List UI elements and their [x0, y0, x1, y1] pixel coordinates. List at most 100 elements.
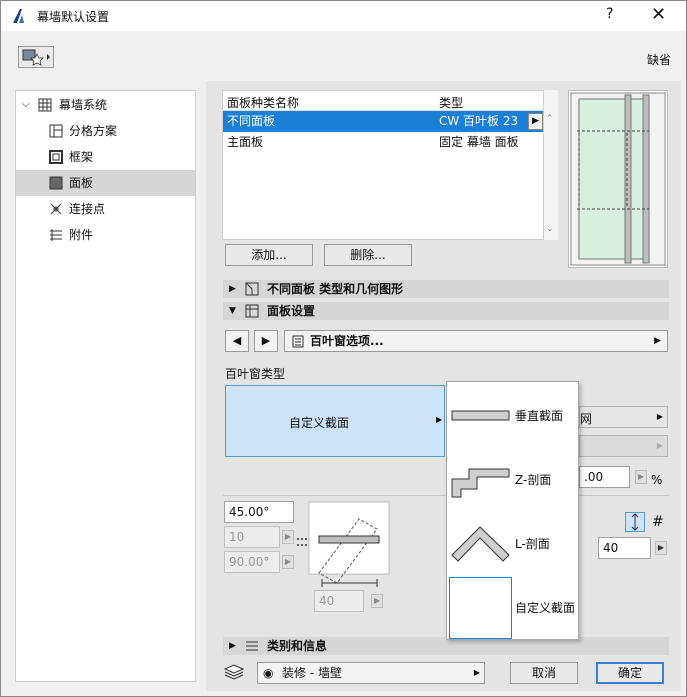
- option-label: Z-剖面: [515, 473, 552, 487]
- ok-button[interactable]: 确定: [596, 662, 664, 684]
- percent-field[interactable]: .00: [579, 466, 630, 488]
- column-header-name: 面板种类名称: [227, 96, 300, 110]
- dropdown-arrow-icon: ▶: [656, 441, 663, 450]
- row-name: 主面板: [227, 135, 264, 149]
- popup-option-custom[interactable]: 自定义截面: [447, 576, 578, 640]
- layer-stack-icon: [223, 664, 245, 680]
- popup-option-z[interactable]: Z-剖面: [447, 448, 578, 512]
- close-button[interactable]: ✕: [651, 4, 666, 25]
- category-icon: [246, 641, 258, 651]
- list-row[interactable]: 不同面板 CW 百叶板 23 ▶: [223, 111, 543, 132]
- layer-dropdown[interactable]: ◉ 装修 - 墙壁 ▶: [257, 662, 485, 684]
- settings-tree: ⌵ 幕墙系统 分格方案 框架 面板 连接点 附件: [15, 90, 196, 682]
- right-dropdown-disabled: ▶: [579, 435, 668, 457]
- expand-triangle-icon[interactable]: ▶: [229, 637, 236, 655]
- percent-spin-icon[interactable]: ▶: [635, 470, 647, 484]
- window-title: 幕墙默认设置: [37, 10, 110, 24]
- louvre-type-selector[interactable]: 自定义截面 ▶: [225, 385, 445, 457]
- tree-item-junction[interactable]: 连接点: [16, 196, 195, 222]
- panel-class-list: 面板种类名称 类型 不同面板 CW 百叶板 23 ▶ 主面板 固定 幕墙 面板: [222, 90, 544, 240]
- percent-unit: %: [651, 473, 663, 487]
- default-label: 缺省: [647, 53, 672, 67]
- selector-arrow-icon: ▶: [436, 415, 443, 424]
- row-name: 不同面板: [227, 114, 276, 128]
- accessory-icon: [50, 229, 62, 241]
- scroll-down-icon[interactable]: ⌄: [546, 224, 554, 234]
- tree-item-scheme[interactable]: 分格方案: [16, 118, 195, 144]
- angle2-spin-icon: ▶: [282, 555, 294, 569]
- panel-preview: [568, 90, 668, 268]
- dropdown-arrow-icon: ▶: [473, 668, 480, 677]
- right-value-spin-icon[interactable]: ▶: [655, 541, 667, 555]
- expand-triangle-icon[interactable]: ▶: [229, 280, 236, 298]
- dropdown-arrow-icon: ▶: [654, 336, 661, 346]
- section-panel-settings[interactable]: ▼ 面板设置: [223, 302, 669, 320]
- page-dropdown[interactable]: 百叶窗选项... ▶: [284, 330, 668, 352]
- list-header: 面板种类名称 类型: [223, 91, 543, 111]
- title-bar: 幕墙默认设置 ? ✕: [1, 1, 686, 31]
- louvre-type-label: 百叶窗类型: [225, 367, 286, 381]
- row-type-picker-icon[interactable]: ▶: [528, 113, 543, 130]
- panel-geometry-icon: [245, 282, 259, 296]
- count-field: 10: [224, 526, 280, 548]
- section-title: 面板设置: [267, 304, 316, 318]
- custom-section-icon: [449, 577, 512, 639]
- chevron-down-icon[interactable]: ⌵: [22, 92, 36, 110]
- tree-item-label: 框架: [69, 150, 94, 164]
- next-page-button[interactable]: ▶: [254, 330, 278, 352]
- tree-item-label: 幕墙系统: [59, 98, 108, 112]
- count-spin-icon: ▶: [282, 530, 294, 544]
- page-list-icon: [292, 335, 304, 348]
- archicad-app-icon: [13, 9, 24, 23]
- prev-page-button[interactable]: ◀: [225, 330, 249, 352]
- junction-icon: [50, 203, 62, 215]
- option-label: L-剖面: [515, 537, 550, 551]
- collapse-triangle-icon[interactable]: ▼: [229, 302, 236, 320]
- section-title: 不同面板 类型和几何图形: [267, 282, 404, 296]
- tree-item-label: 分格方案: [69, 124, 118, 138]
- dialog-window: 幕墙默认设置 ? ✕ 缺省 ⌵ 幕墙系统 分格方案 框架 面板 连接点 附件 面…: [0, 0, 687, 697]
- l-section-icon: [451, 526, 510, 562]
- angle-field[interactable]: 45.00°: [224, 501, 294, 523]
- section-title: 类别和信息: [267, 639, 328, 653]
- frame-icon: [49, 150, 63, 164]
- help-button[interactable]: ?: [606, 6, 613, 22]
- tree-item-frame[interactable]: 框架: [16, 144, 195, 170]
- hash-label: #: [652, 514, 664, 530]
- dropdown-arrow-icon: ▶: [656, 412, 663, 421]
- list-scrollbar[interactable]: ⌃ ⌄: [544, 90, 558, 240]
- tree-item-curtain-wall-system[interactable]: ⌵ 幕墙系统: [16, 92, 195, 118]
- favorites-button[interactable]: [18, 46, 54, 68]
- width-field: 40: [314, 590, 364, 612]
- row-type: CW 百叶板 23: [439, 114, 519, 128]
- right-value-field[interactable]: 40: [598, 537, 651, 559]
- page-dropdown-label: 百叶窗选项...: [310, 334, 384, 348]
- tree-item-panel[interactable]: 面板: [16, 170, 195, 196]
- louvre-type-popup: 垂直截面 Z-剖面 L-剖面 自定义截面: [446, 381, 579, 640]
- louvre-diagram-image: [297, 501, 390, 587]
- popup-option-l[interactable]: L-剖面: [447, 512, 578, 576]
- option-label: 垂直截面: [515, 409, 564, 423]
- option-label: 自定义截面: [515, 601, 576, 615]
- favorites-star-icon: [22, 49, 50, 66]
- width-spin-icon: ▶: [371, 594, 383, 608]
- curtain-wall-preview-image: [570, 92, 666, 266]
- section-different-panels[interactable]: ▶ 不同面板 类型和几何图形: [223, 280, 669, 298]
- scroll-up-icon[interactable]: ⌃: [546, 114, 554, 124]
- z-section-icon: [451, 468, 510, 498]
- add-button[interactable]: 添加...: [225, 244, 313, 266]
- popup-option-vertical[interactable]: 垂直截面: [447, 384, 578, 448]
- panel-settings-icon: [245, 304, 259, 318]
- cancel-button[interactable]: 取消: [510, 662, 578, 684]
- right-dropdown-text: 网: [580, 412, 593, 426]
- delete-button[interactable]: 删除...: [324, 244, 412, 266]
- list-row[interactable]: 主面板 固定 幕墙 面板: [223, 132, 543, 153]
- grid-icon: [38, 98, 52, 112]
- tree-item-accessory[interactable]: 附件: [16, 222, 195, 248]
- panel-icon: [49, 176, 63, 190]
- layer-dropdown-label: 装修 - 墙壁: [282, 666, 342, 680]
- vertical-section-icon: [451, 410, 510, 421]
- tree-item-label: 附件: [69, 228, 94, 242]
- right-dropdown[interactable]: 网 ▶: [579, 406, 668, 428]
- chain-link-icon[interactable]: [625, 512, 645, 532]
